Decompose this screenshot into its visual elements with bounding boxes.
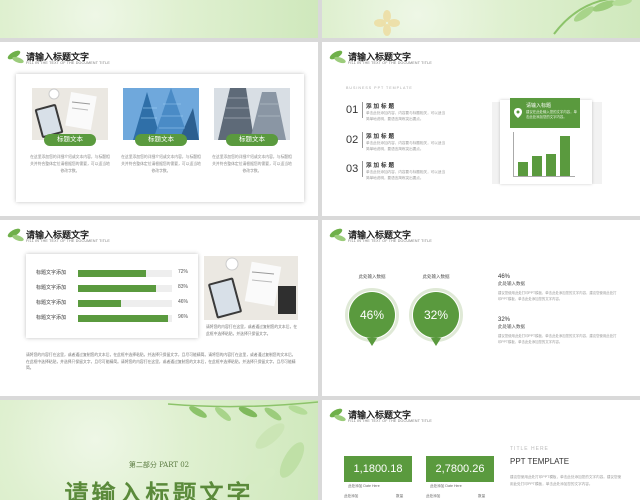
number-box-1: 1,1800.18 (344, 456, 412, 482)
slide-subtitle: FILL IN THE TEXT OF THE DOCUMENT TITLE (348, 61, 432, 65)
progress-label-4: 标题文字添加 (36, 315, 67, 321)
foot-label-2: 数量 (396, 494, 404, 498)
slide-thumbnail-6[interactable]: 第二部分 PART 02 请输入标题文字 (0, 400, 318, 500)
slide-subtitle: FILL IN THE TEXT OF THE DOCUMENT TITLE (26, 239, 110, 243)
item-number-2: 02 (346, 134, 359, 146)
progress-value-4: 96% (178, 314, 189, 320)
desk-photo (32, 88, 108, 140)
slide-thumbnail-2[interactable]: 请输入标题文字 FILL IN THE TEXT OF THE DOCUMENT… (0, 42, 318, 216)
stat-label-2: 此处输入数据 (498, 324, 525, 329)
chart-axis (513, 132, 514, 176)
divider (362, 161, 363, 177)
stat-number-2: 32% (498, 317, 511, 323)
mini-bar-1 (518, 162, 528, 176)
bubble-pointer-icon (431, 338, 441, 346)
callout-box: 请输入标题 建议在此处输入您的文字内容，单击此处添加您的文字内容。 (510, 98, 580, 128)
progress-track-4 (78, 315, 172, 322)
building-photo (123, 88, 199, 140)
progress-label-2: 标题文字添加 (36, 285, 67, 291)
slide-thumbnail-0[interactable] (0, 0, 318, 38)
progress-label-3: 标题文字添加 (36, 300, 67, 306)
bubble-value-2: 32% (413, 292, 459, 338)
leaf-decoration-icon (553, 0, 632, 35)
leaf-logo-icon (7, 50, 24, 64)
item-title-2: 添加标题 (366, 134, 397, 140)
leaf-logo-icon (329, 228, 346, 242)
progress-track-2 (78, 285, 172, 292)
card-label-1[interactable]: 标题文本 (44, 134, 96, 146)
progress-panel (26, 254, 198, 338)
tower-photo (214, 88, 290, 140)
leaf-logo-icon (329, 408, 346, 422)
number-sub-2: 此处添加 Date Here (430, 484, 462, 488)
item-number-3: 03 (346, 163, 359, 175)
progress-label-1: 标题文字添加 (36, 270, 67, 276)
card-label-3[interactable]: 标题文本 (226, 134, 278, 146)
number-box-2: 2,7800.26 (426, 456, 494, 482)
item-number-1: 01 (346, 104, 359, 116)
leaf-logo-icon (7, 228, 24, 242)
stat-number-1: 46% (498, 274, 511, 280)
bubble-pointer-icon (367, 338, 377, 346)
location-pin-icon (514, 108, 522, 118)
slide-subtitle: FILL IN THE TEXT OF THE DOCUMENT TITLE (348, 239, 432, 243)
flower-decoration-icon (374, 10, 400, 36)
slide-thumbnail-5[interactable]: 请输入标题文字 FILL IN THE TEXT OF THE DOCUMENT… (322, 220, 640, 396)
desk-photo (204, 256, 298, 320)
card-label-2[interactable]: 标题文本 (135, 134, 187, 146)
progress-track-3 (78, 300, 172, 307)
chart-axis (513, 176, 575, 177)
progress-fill-2 (78, 285, 157, 292)
item-title-1: 添加标题 (366, 104, 397, 110)
item-desc-3: 单击此处添加内容，内容要与标题相关，可以适当简单地说明，要语言简练突出要点。 (366, 170, 446, 180)
stat-desc-2: 建议您使用此处打印PPT模板，单击此处添加您的文字内容，建议您使用此处打印PPT… (498, 334, 617, 344)
leaf-logo-icon (329, 50, 346, 64)
mini-bar-2 (532, 156, 542, 176)
body-text: 请将您的内容打在这里，或者通过复制您的文本后，在此框中选择粘贴，并选择只保留文字… (26, 353, 296, 370)
progress-value-3: 46% (178, 299, 189, 305)
item-title-3: 添加标题 (366, 163, 397, 169)
slide-thumbnail-7[interactable]: 请输入标题文字 FILL IN THE TEXT OF THE DOCUMENT… (322, 400, 640, 500)
slide-subtitle: FILL IN THE TEXT OF THE DOCUMENT TITLE (348, 419, 432, 423)
template-label: BUSINESS PPT TEMPLATE (346, 86, 413, 90)
photo-caption: 请将您的内容打在这里，或者通过复制您的文本后，在此框中选择粘贴，并选择只保留文字… (206, 325, 298, 336)
progress-fill-4 (78, 315, 169, 322)
section-title: 请输入标题文字 (64, 479, 254, 500)
slide-thumbnail-4[interactable]: 请输入标题文字 FILL IN THE TEXT OF THE DOCUMENT… (0, 220, 318, 396)
template-desc: 建议您使用此处打印PPT模板，单击此处添加您的文字内容。建议您使用此处打印PPT… (510, 475, 622, 486)
number-sub-1: 此处添加 Date Here (348, 484, 380, 488)
stat-desc-1: 建议您使用此处打印PPT模板，单击此处添加您的文字内容，建议您使用此处打印PPT… (498, 291, 617, 301)
title-here: TITLE HERE (510, 446, 549, 452)
foot-label-1: 此处添加 (344, 494, 359, 498)
slide-subtitle: FILL IN THE TEXT OF THE DOCUMENT TITLE (26, 61, 110, 65)
progress-fill-1 (78, 270, 146, 277)
divider (362, 102, 363, 118)
progress-fill-3 (78, 300, 122, 307)
mini-bar-3 (546, 154, 556, 176)
item-desc-1: 单击此处添加内容，内容要与标题相关，可以适当简单地说明，要语言简练突出要点。 (366, 111, 446, 121)
foot-label-3: 此处添加 (426, 494, 441, 498)
card-desc-3: 在这里添加您的详细介绍或文本内容，与标题相关并符合整体定位请根据您的需要，可以适… (212, 155, 292, 173)
bubble-title-1: 此处输入数据 (358, 274, 386, 279)
slide-thumbnail-1[interactable] (322, 0, 640, 38)
callout-desc: 建议在此处输入您的文字内容，单击此处添加您的文字内容。 (526, 110, 577, 119)
stat-label-1: 此处输入数据 (498, 281, 525, 286)
card-desc-1: 在这里添加您的详细介绍或文本内容，与标题相关并符合整体定位请根据您的需要，可以适… (30, 155, 110, 173)
foot-label-4: 数量 (478, 494, 486, 498)
card-desc-2: 在这里添加您的详细介绍或文本内容，与标题相关并符合整体定位请根据您的需要，可以适… (121, 155, 201, 173)
item-desc-2: 单击此处添加内容，内容要与标题相关，可以适当简单地说明，要语言简练突出要点。 (366, 141, 446, 151)
callout-title: 请输入标题 (526, 103, 552, 109)
progress-track-1 (78, 270, 172, 277)
section-part-label: 第二部分 PART 02 (128, 461, 190, 469)
bubble-title-2: 此处输入数据 (422, 274, 450, 279)
slide-thumbnail-3[interactable]: 请输入标题文字 FILL IN THE TEXT OF THE DOCUMENT… (322, 42, 640, 216)
mini-bar-4 (560, 136, 570, 176)
progress-value-1: 72% (178, 269, 189, 275)
progress-value-2: 83% (178, 284, 189, 290)
divider (362, 132, 363, 148)
bubble-value-1: 46% (349, 292, 395, 338)
ppt-template-heading: PPT TEMPLATE (510, 457, 570, 466)
